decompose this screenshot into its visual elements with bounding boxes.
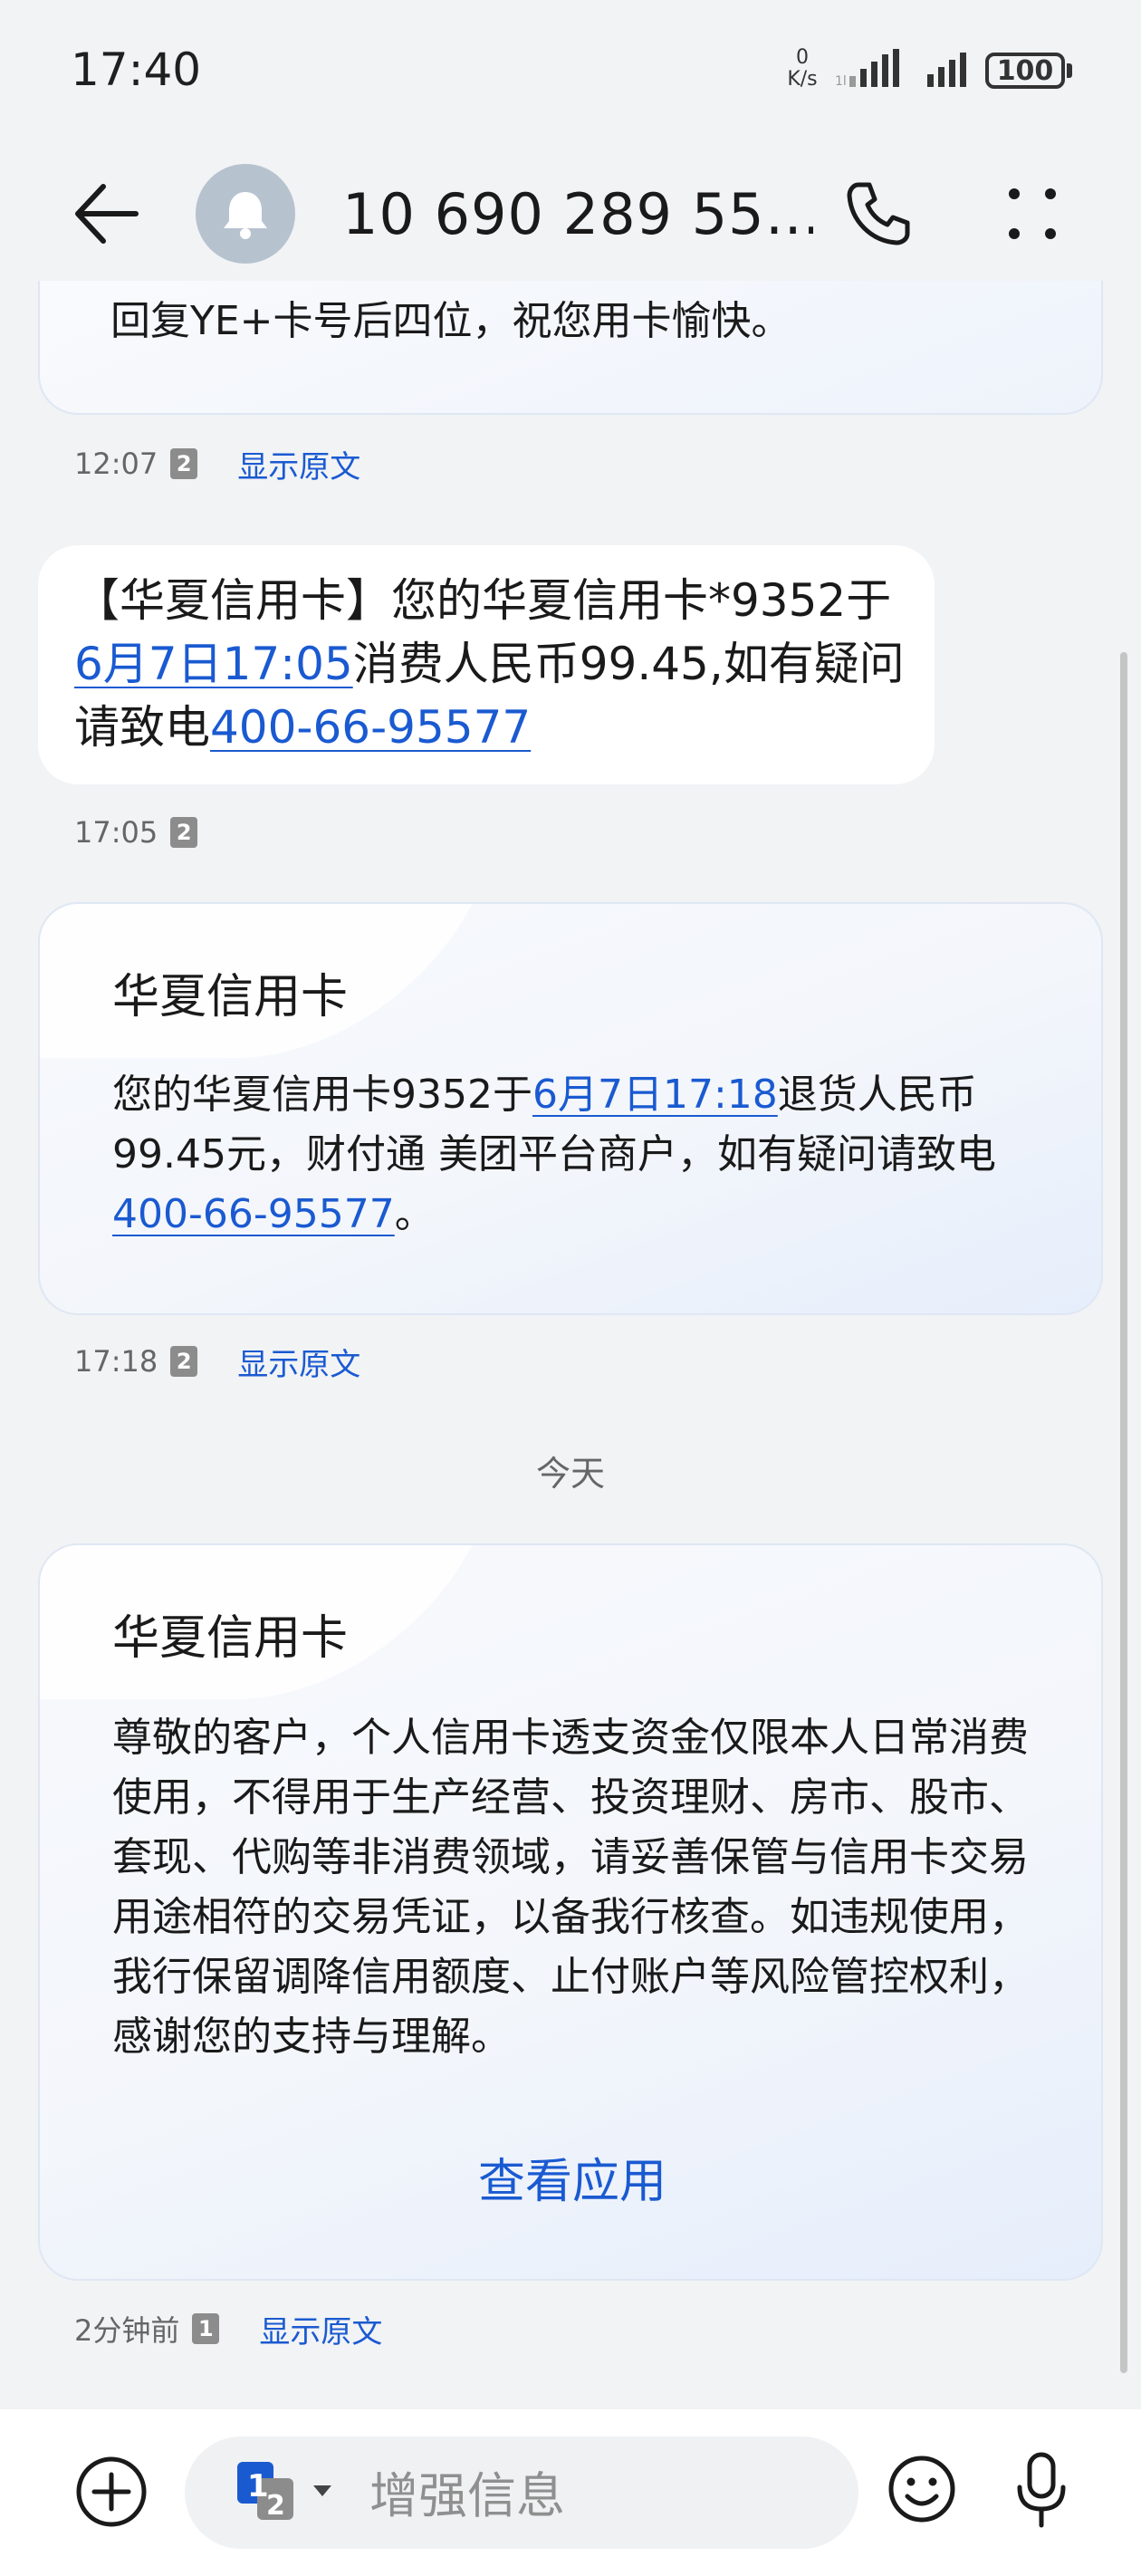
date-link[interactable]: 6月7日17:18 [532, 1072, 778, 1118]
composer-bar: 1 2 [0, 2409, 1141, 2576]
message-card[interactable]: 华夏信用卡 您的华夏信用卡9352于6月7日17:18退货人民币99.45元，财… [38, 902, 1103, 1315]
sim-badge: 1 [192, 2313, 220, 2344]
conversation-header: 10 690 289 55… [0, 145, 1141, 281]
message-text: 【华夏信用卡】您的华夏信用卡*9352于6月7日17:05消费人民币99.45,… [74, 569, 916, 759]
message-meta: 2分钟前 1 显示原文 [74, 2306, 382, 2351]
network-speed: 0 K/s [781, 47, 824, 91]
message-meta: 17:05 2 [74, 810, 198, 855]
sim-badge: 2 [170, 1346, 198, 1377]
bell-icon [224, 192, 267, 239]
battery-icon: 100 [985, 53, 1065, 89]
status-time: 17:40 [71, 43, 202, 96]
emoji-icon[interactable] [886, 2453, 958, 2525]
battery-level: 100 [996, 54, 1054, 87]
message-text-prefix: 【华夏信用卡】您的华夏信用卡*9352于 [74, 574, 892, 627]
network-speed-value: 0 [796, 46, 809, 69]
message-text-suffix: 。 [394, 1191, 435, 1237]
message-input[interactable] [369, 2464, 840, 2527]
back-arrow-icon[interactable] [71, 178, 143, 250]
message-time: 17:05 [74, 815, 158, 850]
message-text: 您的华夏信用卡9352于6月7日17:18退货人民币99.45元，财付通 美团平… [112, 1065, 1054, 1245]
message-card[interactable]: 华夏信用卡 尊敬的客户，个人信用卡透支资金仅限本人日常消费使用，不得用于生产经营… [38, 1543, 1103, 2281]
show-original-link[interactable]: 显示原文 [237, 1340, 360, 1384]
contact-title[interactable]: 10 690 289 55… [342, 181, 813, 247]
scrollbar[interactable] [1120, 652, 1127, 2373]
avatar[interactable] [196, 164, 295, 264]
show-original-link[interactable]: 显示原文 [259, 2307, 382, 2351]
card-title: 华夏信用卡 [112, 970, 349, 1024]
message-time: 17:18 [74, 1344, 158, 1379]
message-text: 尊敬的客户，个人信用卡透支资金仅限本人日常消费使用，不得用于生产经营、投资理财、… [112, 1715, 1029, 2060]
network-speed-unit: K/s [787, 68, 818, 91]
card-title: 华夏信用卡 [112, 1611, 349, 1666]
message-meta: 12:07 2 显示原文 [74, 441, 360, 486]
signal-icon: 1l [835, 49, 899, 89]
sim-badge: 2 [170, 448, 198, 479]
add-icon[interactable] [74, 2455, 149, 2529]
message-text-prefix: 您的华夏信用卡9352于 [112, 1072, 532, 1118]
signal-icon-secondary [927, 53, 966, 87]
date-link[interactable]: 6月7日17:05 [74, 638, 353, 690]
message-time: 2分钟前 [74, 2313, 180, 2348]
phone-link[interactable]: 400-66-95577 [112, 1191, 395, 1237]
day-separator: 今天 [535, 1454, 605, 1494]
battery-tip [1067, 63, 1072, 78]
sim-secondary-label: 2 [266, 2490, 285, 2522]
status-bar: 17:40 0 K/s 1l 100 [0, 0, 1141, 145]
phone-icon[interactable] [842, 178, 915, 250]
message-text: 回复YE+卡号后四位，祝您用卡愉快。 [110, 298, 791, 344]
view-app-button[interactable]: 查看应用 [40, 2143, 1101, 2211]
show-original-link[interactable]: 显示原文 [237, 442, 360, 486]
message-bubble[interactable]: 【华夏信用卡】您的华夏信用卡*9352于6月7日17:05消费人民币99.45,… [38, 545, 935, 784]
sim-badge: 2 [170, 817, 198, 848]
more-icon[interactable] [996, 178, 1069, 250]
message-meta: 17:18 2 显示原文 [74, 1339, 360, 1384]
microphone-icon[interactable] [1005, 2449, 1078, 2531]
sim-select-icon[interactable]: 1 2 [237, 2458, 346, 2531]
svg-text:1l: 1l [835, 74, 847, 89]
message-time: 12:07 [74, 447, 158, 481]
phone-link[interactable]: 400-66-95577 [210, 701, 531, 754]
